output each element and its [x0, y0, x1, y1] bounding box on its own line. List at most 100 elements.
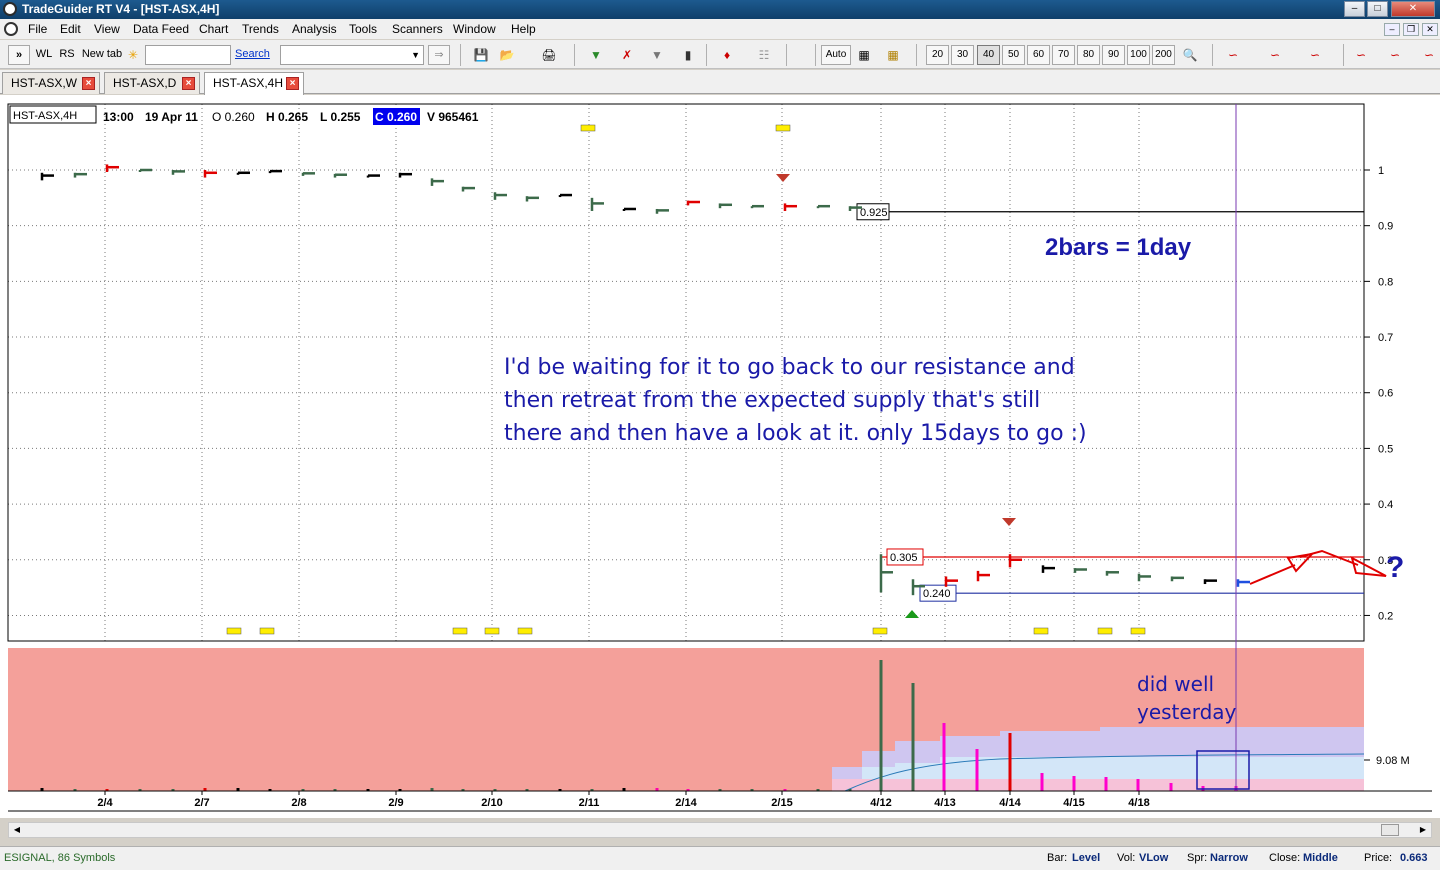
menu-analysis[interactable]: Analysis — [292, 22, 337, 36]
zoom-100-button[interactable]: 100 — [1127, 45, 1150, 65]
info-high: H 0.265 — [266, 110, 308, 124]
search-dropdown[interactable]: ▼ — [280, 45, 424, 65]
tab-hst-asx-d[interactable]: HST-ASX,D × — [104, 72, 200, 94]
menu-data-feed[interactable]: Data Feed — [133, 22, 189, 36]
bar-chart-icon[interactable]: ▮ — [679, 46, 697, 64]
menu-file[interactable]: File — [28, 22, 47, 36]
indicators-icon[interactable]: ♦ — [718, 46, 736, 64]
price-volume-chart[interactable]: 0.9250.3050.240 10.90.80.70.60.50.40.30.… — [0, 95, 1440, 818]
new-tab-button[interactable]: New tab — [80, 45, 124, 65]
tab-hst-asx-4h[interactable]: HST-ASX,4H × — [204, 72, 304, 95]
tab-hst-asx-w[interactable]: HST-ASX,W × — [2, 72, 100, 94]
menu-scanners[interactable]: Scanners — [392, 22, 443, 36]
zoom-20-button[interactable]: 20 — [926, 45, 949, 65]
annotation-comment-3: there and then have a look at it. only 1… — [504, 421, 1087, 446]
price-bar — [622, 207, 636, 211]
close-icon[interactable]: × — [182, 77, 195, 90]
menu-tools[interactable]: Tools — [349, 22, 377, 36]
mdi-close-button[interactable]: ✕ — [1422, 23, 1438, 36]
scroll-left-icon[interactable]: ◀ — [10, 824, 24, 836]
save-icon[interactable]: 💾 — [472, 46, 490, 64]
scroll-right-icon[interactable]: ▶ — [1416, 824, 1430, 836]
app-icon — [3, 2, 17, 16]
menu-window[interactable]: Window — [453, 22, 496, 36]
menu-chart[interactable]: Chart — [199, 22, 228, 36]
symbol-input[interactable] — [145, 45, 231, 65]
time-tick-label: 2/14 — [675, 797, 697, 809]
zoom-30-button[interactable]: 30 — [951, 45, 974, 65]
price-bar — [105, 164, 119, 172]
signal-marker — [484, 627, 500, 635]
grid-icon[interactable]: ☷ — [755, 46, 773, 64]
zoom-50-button[interactable]: 50 — [1002, 45, 1025, 65]
price-bar — [236, 171, 250, 175]
trend-tool-3-icon[interactable]: ∽ — [1306, 46, 1324, 64]
new-tab-icon[interactable]: ✳ — [124, 46, 142, 64]
time-tick-label: 4/14 — [999, 797, 1021, 809]
trend-tool-4-icon[interactable]: ∽ — [1352, 46, 1370, 64]
time-tick-label: 2/15 — [771, 797, 792, 809]
price-tick-label: 0.4 — [1378, 499, 1393, 511]
mdi-minimize-button[interactable]: – — [1384, 23, 1400, 36]
horizontal-scrollbar[interactable]: ◀ ▶ — [8, 822, 1432, 838]
signals-icon[interactable]: ✗ — [618, 46, 636, 64]
zoom-70-button[interactable]: 70 — [1052, 45, 1075, 65]
go-button[interactable]: ⇒ — [428, 45, 450, 65]
status-vol-value: VLow — [1139, 852, 1169, 864]
menu-trends[interactable]: Trends — [242, 22, 279, 36]
print-icon[interactable]: 🖨 — [540, 46, 558, 64]
trend-tool-1-icon[interactable]: ∽ — [1224, 46, 1242, 64]
price-bar — [976, 570, 990, 582]
auto-button[interactable]: Auto — [821, 45, 851, 65]
menu-edit[interactable]: Edit — [60, 22, 81, 36]
layout-icon[interactable]: ▦ — [855, 46, 873, 64]
up-signal-icon[interactable]: ▼ — [587, 46, 605, 64]
time-tick-label: 2/4 — [97, 797, 113, 809]
close-button[interactable]: ✕ — [1391, 1, 1435, 17]
tab-label: HST-ASX,4H — [213, 76, 284, 90]
mdi-restore-button[interactable]: ❐ — [1403, 23, 1419, 36]
close-icon[interactable]: × — [82, 77, 95, 90]
zoom-200-button[interactable]: 200 — [1152, 45, 1175, 65]
price-tick-label: 0.6 — [1378, 388, 1393, 400]
time-tick-label: 4/18 — [1128, 797, 1149, 809]
minimize-button[interactable]: – — [1344, 1, 1365, 17]
menu-bar: File Edit View Data Feed Chart Trends An… — [0, 19, 1440, 39]
zoom-80-button[interactable]: 80 — [1077, 45, 1100, 65]
layout-two-icon[interactable]: ▦ — [884, 46, 902, 64]
signal-marker — [226, 627, 242, 635]
menu-help[interactable]: Help — [511, 22, 536, 36]
price-bar — [203, 170, 217, 178]
scroll-thumb[interactable] — [1381, 824, 1399, 836]
volume-axis-label: 9.08 M — [1376, 755, 1410, 767]
search-link[interactable]: Search — [235, 45, 270, 65]
status-close-value: Middle — [1303, 852, 1338, 864]
zoom-60-button[interactable]: 60 — [1027, 45, 1050, 65]
zoom-in-icon[interactable]: 🔍 — [1181, 46, 1199, 64]
close-icon[interactable]: × — [286, 77, 299, 90]
signal-marker — [580, 124, 596, 132]
zoom-90-button[interactable]: 90 — [1102, 45, 1125, 65]
rs-button[interactable]: RS — [57, 45, 77, 65]
price-bar — [268, 169, 282, 174]
price-bar — [750, 204, 764, 209]
price-bar — [398, 172, 412, 178]
watchlist-button[interactable]: WL — [33, 45, 55, 65]
price-bar — [301, 172, 315, 176]
signal-marker — [517, 627, 533, 635]
info-open: O 0.260 — [212, 110, 255, 124]
expand-button[interactable]: » — [8, 45, 30, 65]
document-icon[interactable] — [4, 22, 18, 36]
trend-tool-5-icon[interactable]: ∽ — [1386, 46, 1404, 64]
status-bar-value: Level — [1072, 852, 1101, 864]
open-folder-icon[interactable]: 📂 — [498, 46, 516, 64]
trend-tool-2-icon[interactable]: ∽ — [1266, 46, 1284, 64]
menu-view[interactable]: View — [94, 22, 120, 36]
maximize-button[interactable]: □ — [1367, 1, 1388, 17]
trend-tool-6-icon[interactable]: ∽ — [1420, 46, 1438, 64]
chart-area[interactable]: 0.925 0.305 0.240 1 0.9 0.8 0.7 0.6 0.5 0.4 0.3 0.… — [0, 95, 1440, 818]
zoom-40-button[interactable]: 40 — [977, 45, 1000, 65]
hide-signals-icon[interactable]: ▼ — [648, 46, 666, 64]
price-bar — [430, 178, 444, 186]
level-label: 0.240 — [923, 588, 951, 600]
